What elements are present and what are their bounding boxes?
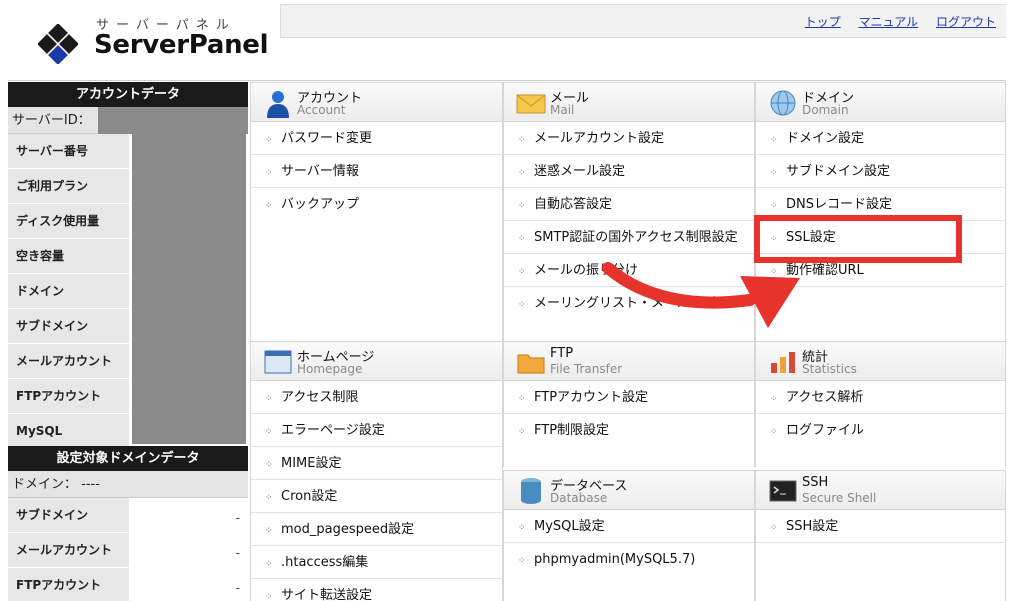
globe-icon [770, 90, 796, 116]
database-panel: データベース Database ⁘ MySQL設定 ⁘ phpmyadmin(MyS… [503, 470, 755, 601]
menu-password-change[interactable]: ⁘ パスワード変更 [251, 122, 502, 155]
top-links: トップ マニュアル ログアウト [791, 13, 996, 30]
panel-subtitle: Database [550, 491, 608, 505]
menu-mail-account[interactable]: ⁘ メールアカウント設定 [504, 122, 754, 155]
ftp-panel: FTP File Transfer ⁘ FTPアカウント設定 ⁘ FTP制限設定 [503, 341, 755, 467]
sidebar-row: サブドメイン - [8, 498, 248, 533]
link-manual[interactable]: マニュアル [859, 15, 919, 29]
row-value: - [130, 533, 248, 567]
statistics-panel: 統計 Statistics ⁘ アクセス解析 ⁘ ログファイル [755, 341, 1006, 467]
menu-domain-setting[interactable]: ⁘ ドメイン設定 [756, 122, 1005, 155]
panel-title: SSH [802, 475, 829, 490]
server-id-label: サーバーID： [12, 113, 91, 128]
menu-access-analysis[interactable]: ⁘ アクセス解析 [756, 381, 1005, 414]
statistics-panel-header: 統計 Statistics [756, 341, 1005, 381]
menu-access-restriction[interactable]: ⁘ アクセス制限 [251, 381, 502, 414]
menu-mysql-setting[interactable]: ⁘ MySQL設定 [504, 510, 754, 543]
redacted-account-values [132, 134, 246, 444]
account-data-title: アカウントデータ [8, 82, 248, 107]
menu-log-file[interactable]: ⁘ ログファイル [756, 414, 1005, 447]
menu-phpmyadmin[interactable]: ⁘ phpmyadmin(MySQL5.7) [504, 543, 754, 576]
homepage-panel: ホームページ Homepage ⁘ アクセス制限 ⁘ エラーページ設定 ⁘ MIME設… [250, 341, 503, 601]
row-label: ドメイン [8, 274, 130, 308]
menu-backup[interactable]: ⁘ バックアップ [251, 188, 502, 221]
row-label: メールアカウント [8, 344, 130, 378]
database-icon [521, 478, 541, 504]
panel-subtitle: File Transfer [550, 362, 623, 376]
row-value: - [130, 498, 248, 532]
redacted-server-id [98, 107, 248, 134]
panel-subtitle: Account [297, 103, 346, 117]
menu-ftp-restriction[interactable]: ⁘ FTP制限設定 [504, 414, 754, 447]
folder-icon [517, 354, 545, 374]
browser-window-icon [264, 350, 292, 374]
ssh-panel: SSH Secure Shell ⁘ SSH設定 [755, 470, 1006, 601]
menu-ftp-account[interactable]: ⁘ FTPアカウント設定 [504, 381, 754, 414]
envelope-icon [516, 94, 546, 114]
link-top[interactable]: トップ [805, 15, 841, 29]
row-label: MySQL [8, 414, 130, 448]
ftp-panel-header: FTP File Transfer [504, 341, 754, 381]
menu-site-redirect[interactable]: ⁘ サイト転送設定 [251, 579, 502, 601]
row-label: メールアカウント [8, 533, 130, 567]
domain-panel-header: ドメイン Domain [756, 82, 1005, 122]
account-panel-header: アカウント Account [251, 82, 502, 122]
top-bar: トップ マニュアル ログアウト [280, 4, 1006, 38]
homepage-panel-header: ホームページ Homepage [251, 341, 502, 381]
menu-mime[interactable]: ⁘ MIME設定 [251, 447, 502, 480]
person-icon [267, 91, 289, 118]
menu-spam[interactable]: ⁘ 迷惑メール設定 [504, 155, 754, 188]
row-label: サブドメイン [8, 498, 130, 532]
red-arrow-annotation [602, 262, 800, 328]
header-divider [8, 80, 1006, 81]
row-label: サーバー番号 [8, 134, 130, 168]
account-panel: アカウント Account ⁘ パスワード変更 ⁘ サーバー情報 ⁘ バックアップ [250, 82, 503, 341]
menu-cron[interactable]: ⁘ Cron設定 [251, 480, 502, 513]
domain-data-sidebar: 設定対象ドメインデータ ドメイン： ---- サブドメイン - メールアカウント -… [8, 446, 248, 601]
bar-chart-icon [771, 352, 795, 373]
menu-htaccess[interactable]: ⁘ .htaccess編集 [251, 546, 502, 579]
panel-title: FTP [550, 346, 574, 361]
panel-subtitle: Secure Shell [802, 491, 877, 505]
row-label: ご利用プラン [8, 169, 130, 203]
panel-subtitle: Homepage [297, 362, 363, 376]
row-label: 空き容量 [8, 239, 130, 273]
menu-error-page[interactable]: ⁘ エラーページ設定 [251, 414, 502, 447]
panel-subtitle: Mail [550, 103, 575, 117]
ssh-panel-header: SSH Secure Shell [756, 470, 1005, 510]
menu-mod-pagespeed[interactable]: ⁘ mod_pagespeed設定 [251, 513, 502, 546]
target-domain: ドメイン： ---- [8, 471, 248, 498]
mail-panel-header: メール Mail [504, 82, 754, 122]
menu-ssh-setting[interactable]: ⁘ SSH設定 [756, 510, 1005, 543]
domain-data-title: 設定対象ドメインデータ [8, 446, 248, 471]
logo-name: ServerPanel [94, 30, 269, 60]
logo-diamond-icon [38, 24, 78, 64]
account-data-sidebar: アカウントデータ サーバーID： サーバー番号 ご利用プラン ディスク使用量 空… [8, 82, 248, 449]
row-label: サブドメイン [8, 309, 130, 343]
row-label: ディスク使用量 [8, 204, 130, 238]
terminal-icon [769, 480, 797, 502]
menu-server-info[interactable]: ⁘ サーバー情報 [251, 155, 502, 188]
row-value: - [130, 568, 248, 601]
row-label: FTPアカウント [8, 568, 130, 601]
link-logout[interactable]: ログアウト [936, 15, 996, 29]
sidebar-row: メールアカウント - [8, 533, 248, 568]
panel-subtitle: Domain [802, 103, 849, 117]
database-panel-header: データベース Database [504, 470, 754, 510]
menu-subdomain-setting[interactable]: ⁘ サブドメイン設定 [756, 155, 1005, 188]
panel-subtitle: Statistics [802, 362, 857, 376]
menu-autoreply[interactable]: ⁘ 自動応答設定 [504, 188, 754, 221]
row-label: FTPアカウント [8, 379, 130, 413]
logo: サーバーパネル ServerPanel [8, 0, 280, 80]
sidebar-row: FTPアカウント - [8, 568, 248, 601]
server-id-row: サーバーID： [8, 107, 248, 134]
